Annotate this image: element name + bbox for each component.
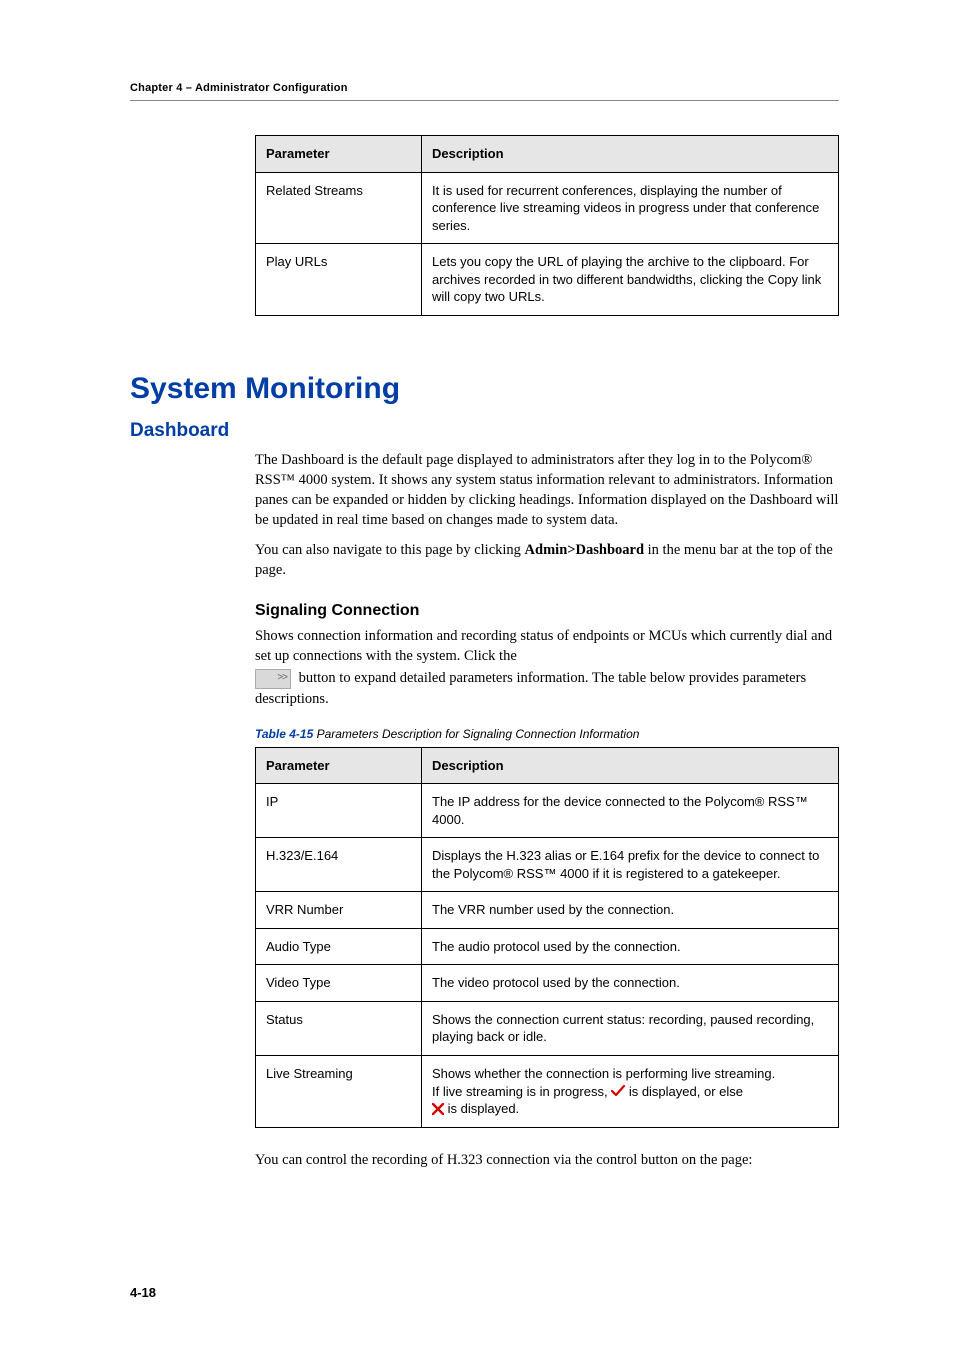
cell-param: Related Streams [256,172,422,244]
cell-desc: The audio protocol used by the connectio… [422,928,839,965]
expand-icon [255,669,291,689]
dashboard-paragraph-1: The Dashboard is the default page displa… [255,450,839,530]
table-header-description: Description [422,136,839,173]
text-fragment: button to expand detailed parameters inf… [255,670,806,707]
page-number: 4-18 [130,1285,156,1300]
table-row: Status Shows the connection current stat… [256,1001,839,1055]
table-signaling-params: Parameter Description IP The IP address … [255,747,839,1128]
text-fragment: is displayed, or else [629,1084,743,1099]
x-icon [432,1103,444,1115]
check-icon [611,1085,625,1097]
cell-param: Play URLs [256,244,422,316]
text-fragment: is displayed. [448,1101,520,1116]
text-fragment: You can also navigate to this page by cl… [255,542,525,558]
table-caption-text: Parameters Description for Signaling Con… [313,727,639,741]
table-row: H.323/E.164 Displays the H.323 alias or … [256,838,839,892]
dashboard-paragraph-2: You can also navigate to this page by cl… [255,540,839,580]
cell-desc: Lets you copy the URL of playing the arc… [422,244,839,316]
cell-param: Video Type [256,965,422,1002]
signaling-paragraph-2: button to expand detailed parameters inf… [255,668,839,709]
cell-desc: Displays the H.323 alias or E.164 prefix… [422,838,839,892]
table-row: Play URLs Lets you copy the URL of playi… [256,244,839,316]
table-row: Audio Type The audio protocol used by th… [256,928,839,965]
table-header-parameter: Parameter [256,136,422,173]
cell-desc: Shows whether the connection is performi… [422,1055,839,1127]
table-archive-params: Parameter Description Related Streams It… [255,135,839,316]
table-row: Related Streams It is used for recurrent… [256,172,839,244]
text-fragment: If live streaming is in progress, [432,1084,611,1099]
cell-param: Live Streaming [256,1055,422,1127]
heading-dashboard: Dashboard [130,420,839,442]
chapter-heading: Chapter 4 – Administrator Configuration [130,82,839,94]
signaling-paragraph-1: Shows connection information and recordi… [255,626,839,666]
table-row: VRR Number The VRR number used by the co… [256,892,839,929]
table-header-description: Description [422,747,839,784]
cell-param: H.323/E.164 [256,838,422,892]
cell-desc: Shows the connection current status: rec… [422,1001,839,1055]
text-fragment: Shows whether the connection is performi… [432,1066,775,1081]
cell-param: Audio Type [256,928,422,965]
menu-path: Admin>Dashboard [525,542,644,558]
cell-desc: The video protocol used by the connectio… [422,965,839,1002]
header-divider [130,100,839,101]
cell-param: VRR Number [256,892,422,929]
heading-signaling-connection: Signaling Connection [255,602,839,620]
cell-param: IP [256,784,422,838]
cell-desc: The IP address for the device connected … [422,784,839,838]
closing-paragraph: You can control the recording of H.323 c… [255,1150,839,1170]
table-header-parameter: Parameter [256,747,422,784]
table-row: Live Streaming Shows whether the connect… [256,1055,839,1127]
table-caption: Table 4-15 Parameters Description for Si… [255,727,839,741]
cell-param: Status [256,1001,422,1055]
heading-system-monitoring: System Monitoring [130,372,839,406]
table-caption-label: Table 4-15 [255,727,313,741]
cell-desc: It is used for recurrent conferences, di… [422,172,839,244]
table-row: IP The IP address for the device connect… [256,784,839,838]
cell-desc: The VRR number used by the connection. [422,892,839,929]
table-row: Video Type The video protocol used by th… [256,965,839,1002]
